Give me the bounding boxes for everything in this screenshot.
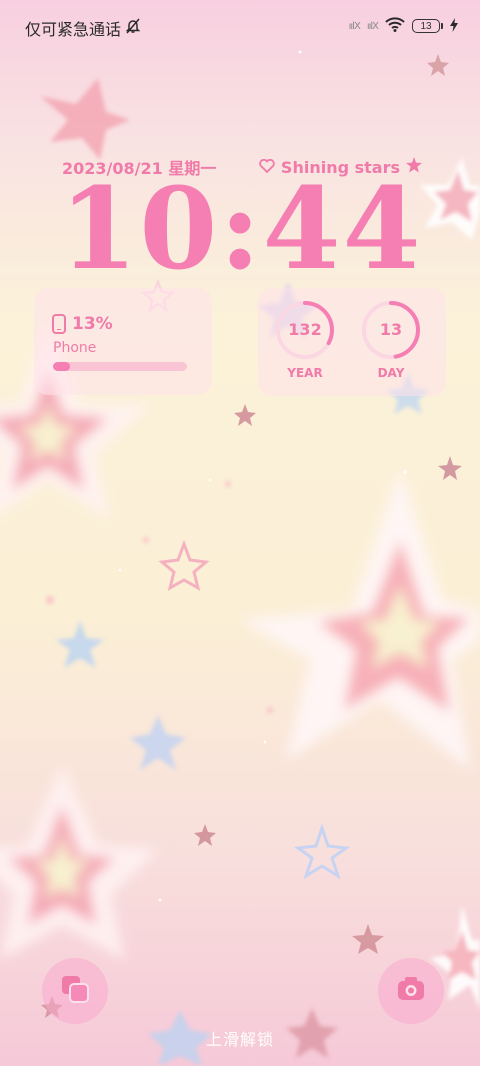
multitask-icon [58,972,92,1010]
status-bar: 仅可紧急通话 ıılX ıılX 13 [0,10,480,40]
year-day-widget[interactable]: 132 YEAR 13 DAY [258,288,446,396]
battery-icon: 13 [412,19,443,33]
lock-clock: 10:44 [59,164,423,295]
signal-icon: ıılX [348,20,361,32]
day-ring: 13 [361,300,421,360]
phone-icon [52,314,66,334]
camera-button[interactable] [378,958,444,1024]
status-right: ıılX ıılX 13 [349,16,458,36]
phone-battery-widget[interactable]: 13% Phone [34,288,212,395]
day-value: 13 [379,320,403,339]
status-left: 仅可紧急通话 [25,16,141,40]
charging-icon [450,17,458,36]
year-ring: 132 [275,300,335,360]
multitask-button[interactable] [42,958,108,1024]
year-value: 132 [288,320,322,339]
year-label: YEAR [287,366,323,380]
camera-icon [396,976,426,1006]
phone-battery-bar [53,362,187,371]
unlock-hint: 上滑解锁 [205,1030,274,1049]
signal-icon: ıılX [366,20,379,32]
carrier-text: 仅可紧急通话 [25,20,122,39]
battery-level: 13 [412,19,440,33]
phone-label: Phone [53,340,97,356]
phone-battery-bar-fill [53,362,71,371]
wifi-icon [385,16,405,36]
mute-bell-icon [125,18,141,38]
phone-battery-percent: 13% [72,314,113,334]
day-label: DAY [377,366,405,380]
